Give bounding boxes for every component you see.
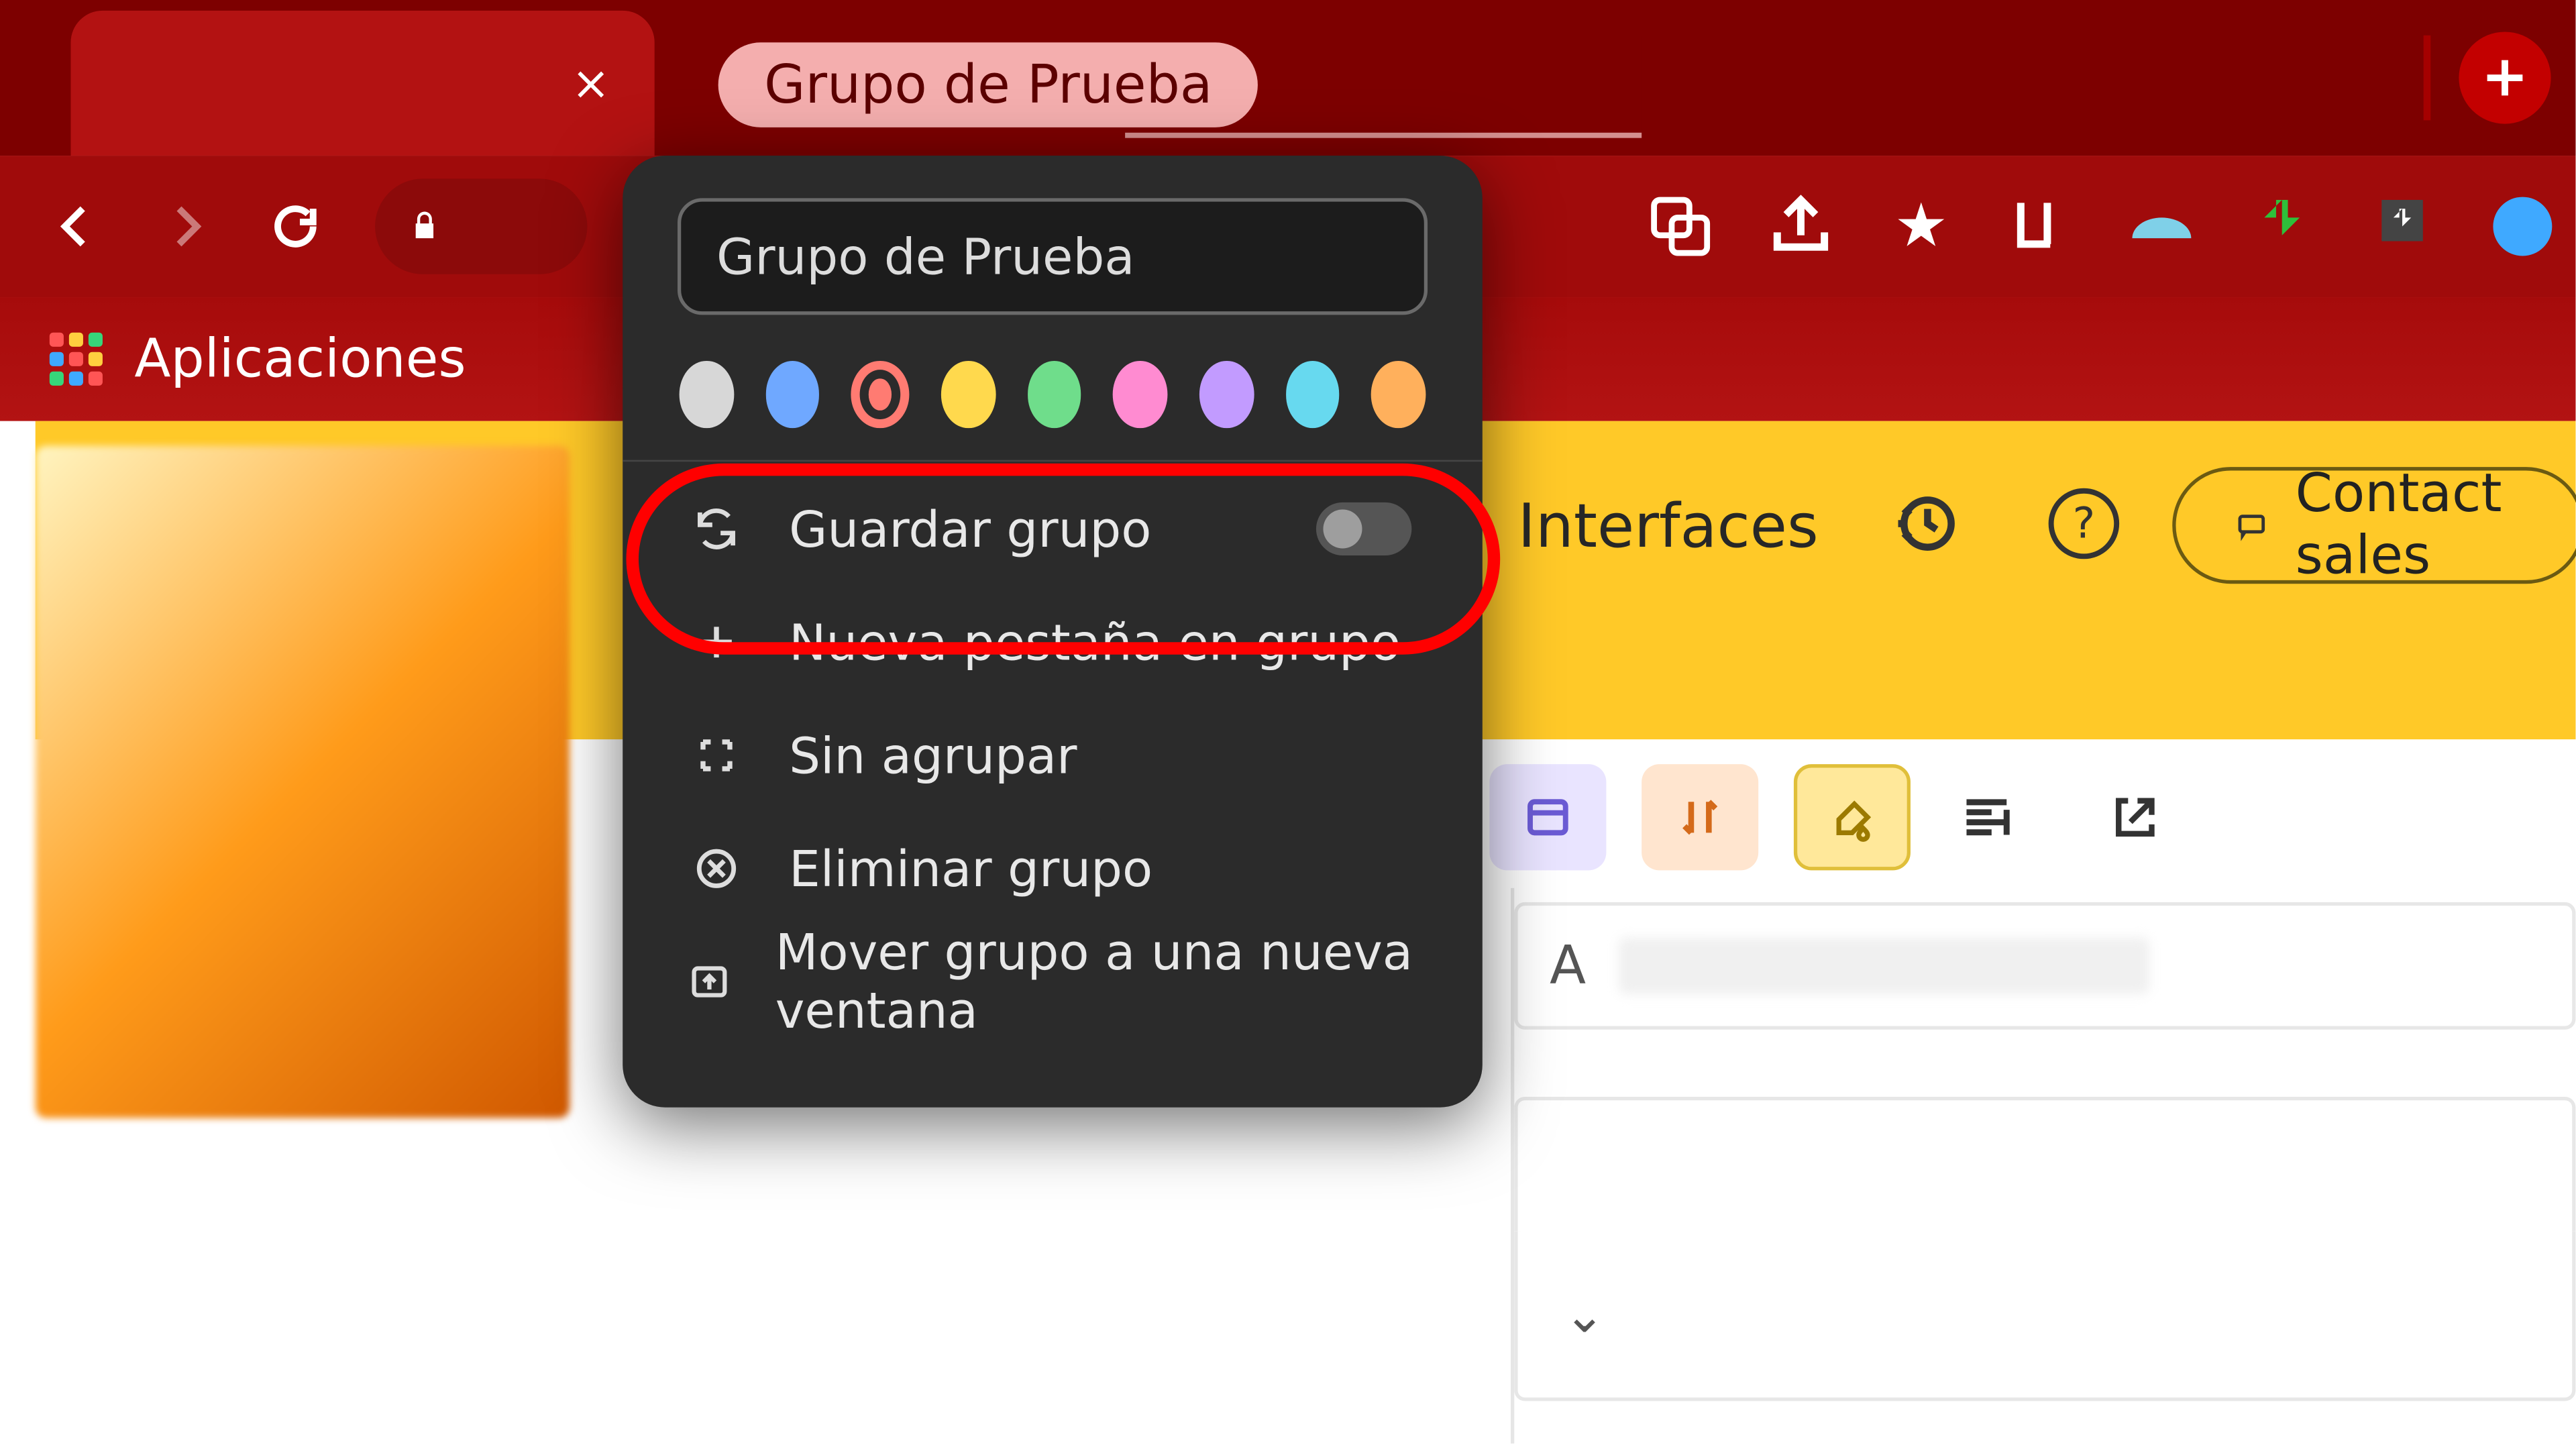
save-group-label: Guardar grupo — [789, 500, 1151, 558]
apps-label[interactable]: Aplicaciones — [134, 328, 466, 390]
move-window-icon — [686, 952, 733, 1012]
address-bar[interactable] — [375, 178, 587, 274]
close-tab-icon[interactable]: × — [566, 60, 616, 110]
column-a-label: A — [1550, 935, 1586, 997]
delete-group-item[interactable]: Eliminar grupo — [669, 812, 1436, 925]
fill-button[interactable] — [1794, 764, 1911, 870]
contact-sales-button[interactable]: Contact sales — [2172, 467, 2576, 584]
ungroup-item[interactable]: Sin agrupar — [669, 699, 1436, 812]
group-name-input[interactable]: Grupo de Prueba — [678, 198, 1428, 315]
move-group-item[interactable]: Mover grupo a una nueva ventana — [669, 925, 1436, 1038]
extension-badge-icon[interactable] — [2487, 191, 2558, 262]
new-tab-button[interactable] — [2459, 32, 2551, 123]
plus-icon — [686, 612, 747, 672]
redacted-text — [1618, 938, 2149, 994]
column-header-a[interactable]: A — [1514, 902, 2575, 1030]
layout-button[interactable] — [1489, 764, 1606, 870]
move-group-label: Mover grupo a una nueva ventana — [775, 924, 1437, 1040]
tab-group-chip[interactable]: Grupo de Prueba — [718, 42, 1258, 127]
ungroup-label: Sin agrupar — [789, 726, 1077, 784]
ungroup-icon — [686, 725, 747, 786]
sort-button[interactable] — [1642, 764, 1758, 870]
color-swatch[interactable] — [851, 361, 909, 428]
history-icon[interactable] — [1889, 488, 1960, 559]
lt-extension-icon[interactable] — [2006, 191, 2076, 262]
share-icon[interactable] — [1766, 191, 1836, 262]
download-arrow-icon[interactable] — [2247, 191, 2317, 262]
color-swatch[interactable] — [765, 361, 820, 428]
new-tab-in-group-label: Nueva pestaña en grupo — [789, 613, 1401, 672]
tab-group[interactable]: Grupo de Prueba — [680, 11, 1688, 156]
chevron-down-icon: ⌄ — [1564, 1285, 1605, 1344]
bookmark-star-icon[interactable]: ★ — [1886, 191, 1956, 262]
forward-button[interactable] — [138, 178, 233, 274]
open-external-button[interactable] — [2094, 789, 2176, 845]
tab-strip: × Grupo de Prueba — [0, 0, 2575, 156]
color-swatch[interactable] — [1113, 361, 1167, 428]
doc-toolbar — [1489, 764, 2176, 870]
reload-button[interactable] — [248, 178, 343, 274]
close-circle-icon — [686, 839, 747, 899]
plus-icon — [2478, 51, 2531, 104]
chat-icon — [2236, 500, 2267, 550]
row-block-bottom[interactable]: ⌄ — [1514, 1231, 2575, 1401]
tab-active[interactable]: × — [70, 11, 654, 156]
downloads-icon[interactable] — [2367, 191, 2437, 262]
color-swatch[interactable] — [680, 361, 734, 428]
group-color-row — [680, 361, 1426, 428]
color-swatch[interactable] — [1285, 361, 1340, 428]
delete-group-label: Eliminar grupo — [789, 839, 1152, 898]
color-swatch[interactable] — [1371, 361, 1426, 428]
translate-icon[interactable] — [1645, 191, 1715, 262]
color-swatch[interactable] — [1199, 361, 1254, 428]
tab-separator — [2424, 36, 2431, 121]
tab-group-popup: Grupo de Prueba Guardar grupo Nueva pest… — [623, 156, 1483, 1108]
vpn-extension-icon[interactable] — [2127, 191, 2197, 262]
contact-sales-label: Contact sales — [2296, 464, 2520, 588]
back-button[interactable] — [28, 178, 123, 274]
sync-icon — [686, 499, 747, 559]
left-thumbnail — [36, 446, 570, 1118]
nav-interfaces[interactable]: Interfaces — [1518, 492, 1819, 562]
color-swatch[interactable] — [1027, 361, 1081, 428]
apps-icon[interactable] — [50, 333, 103, 386]
align-button[interactable] — [1946, 787, 2027, 847]
help-icon[interactable]: ? — [2049, 488, 2119, 559]
row-block-top[interactable] — [1514, 1097, 2575, 1231]
divider — [623, 460, 1483, 462]
save-group-item[interactable]: Guardar grupo — [669, 472, 1436, 586]
new-tab-in-group-item[interactable]: Nueva pestaña en grupo — [669, 586, 1436, 699]
color-swatch[interactable] — [941, 361, 996, 428]
save-group-toggle[interactable] — [1316, 502, 1411, 555]
lock-icon — [407, 207, 443, 246]
